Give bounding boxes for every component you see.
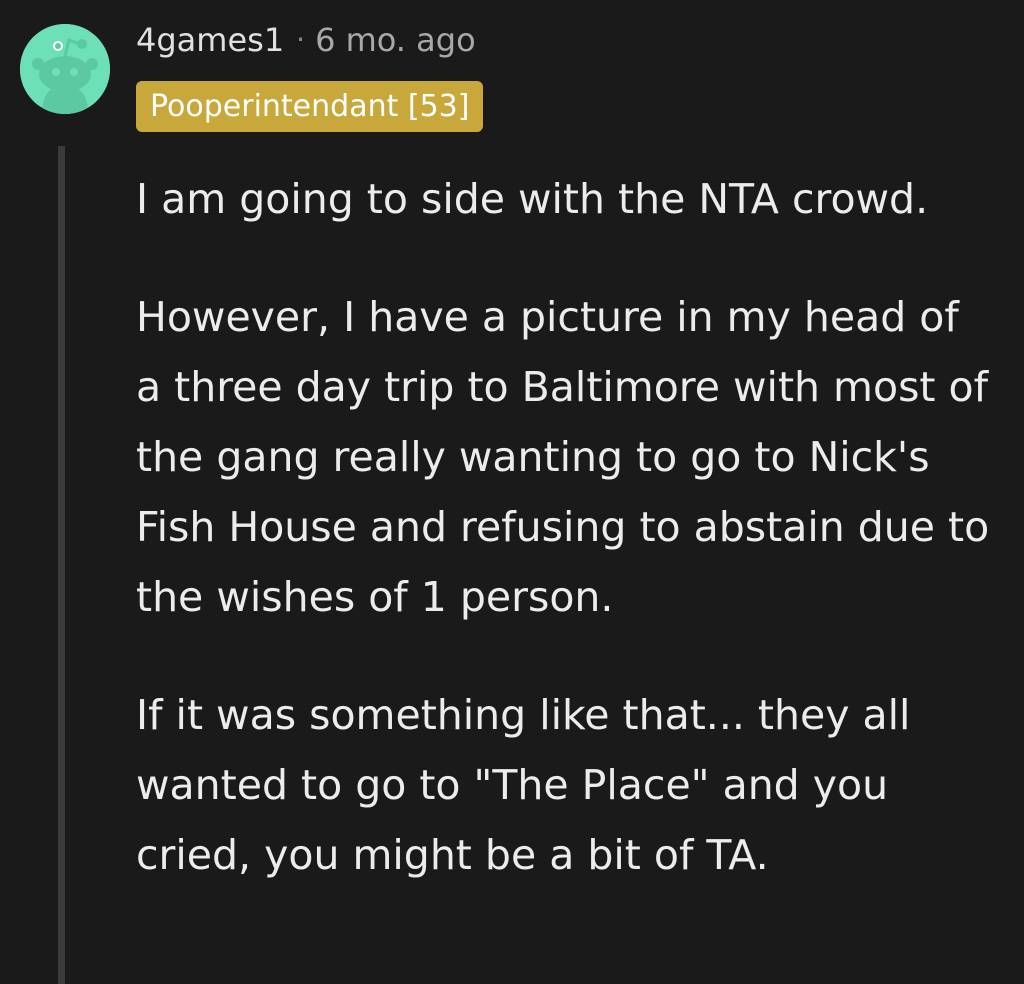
timestamp[interactable]: 6 mo. ago bbox=[315, 16, 476, 64]
thread-collapse-line[interactable] bbox=[58, 146, 65, 984]
user-avatar[interactable] bbox=[20, 24, 110, 114]
username-link[interactable]: 4games1 bbox=[136, 16, 284, 64]
user-flair: Pooperintendant [53] bbox=[136, 81, 484, 132]
reddit-snoo-avatar-icon bbox=[20, 24, 110, 114]
comment-paragraph: However, I have a picture in my head of … bbox=[136, 293, 990, 621]
comment: 4games1 · 6 mo. ago Pooperintendant [53]… bbox=[0, 0, 1024, 984]
comment-paragraph: If it was something like that... they al… bbox=[136, 691, 911, 879]
separator-dot: · bbox=[296, 23, 306, 56]
comment-body: I am going to side with the NTA crowd. H… bbox=[136, 164, 996, 938]
comment-paragraph: I am going to side with the NTA crowd. bbox=[136, 175, 929, 223]
comment-header: 4games1 · 6 mo. ago bbox=[136, 16, 476, 64]
